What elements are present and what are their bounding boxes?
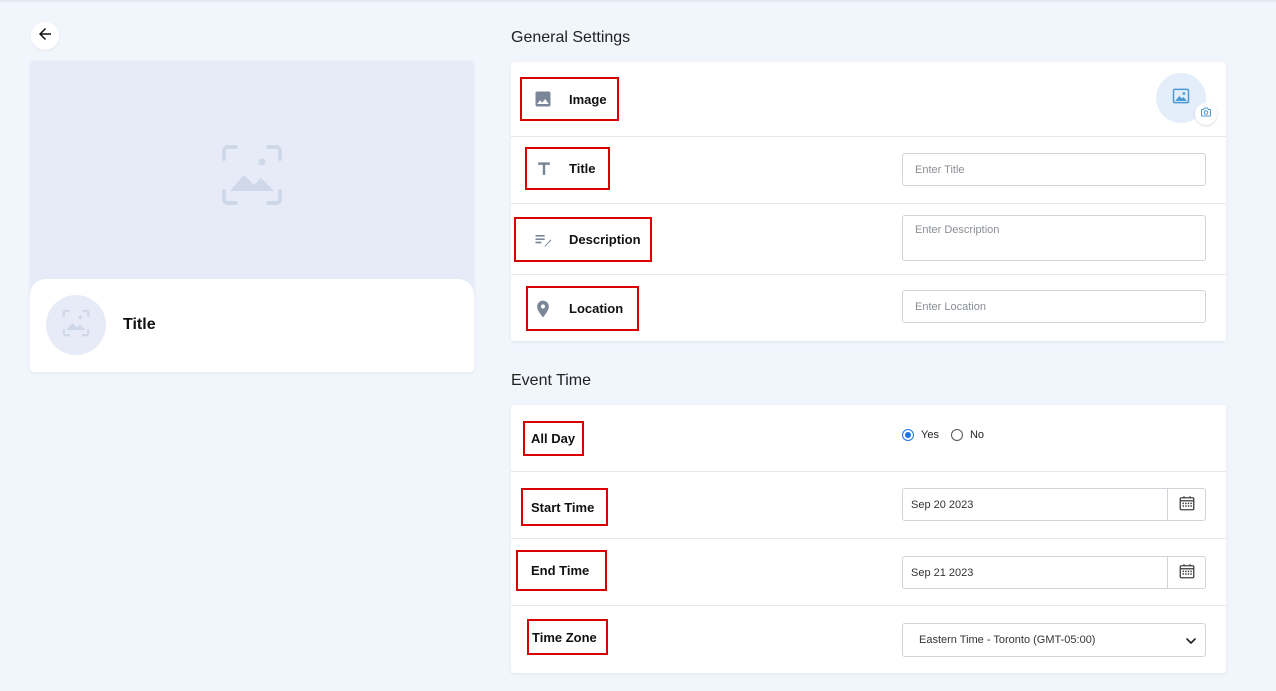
event-time-panel: All Day Yes No Start Time Sep 20 2023 En… — [511, 405, 1226, 673]
text-title-icon — [533, 158, 555, 180]
time-zone-select[interactable]: Eastern Time - Toronto (GMT-05:00) — [902, 623, 1206, 657]
time-zone-value: Eastern Time - Toronto (GMT-05:00) — [919, 634, 1096, 646]
image-label: Image — [520, 77, 619, 121]
end-time-row: End Time Sep 21 2023 — [511, 539, 1226, 606]
title-input[interactable]: Enter Title — [902, 153, 1206, 186]
description-row: Description Enter Description — [511, 204, 1226, 275]
time-zone-row: Time Zone Eastern Time - Toronto (GMT-05… — [511, 606, 1226, 673]
preview-title: Title — [123, 316, 156, 333]
end-time-label-text: End Time — [531, 563, 590, 578]
location-input[interactable]: Enter Location — [902, 290, 1206, 323]
all-day-yes-label[interactable]: Yes — [921, 429, 939, 441]
location-pin-icon — [532, 298, 554, 320]
all-day-radio-group: Yes No — [902, 429, 996, 441]
chevron-down-icon — [1185, 635, 1197, 650]
end-time-input[interactable]: Sep 21 2023 — [902, 556, 1206, 589]
preview-avatar — [46, 295, 106, 355]
camera-button[interactable] — [1195, 103, 1217, 125]
description-label: Description — [514, 217, 652, 262]
event-preview-card: Title — [30, 61, 474, 372]
general-settings-heading: General Settings — [511, 29, 631, 46]
event-time-heading: Event Time — [511, 372, 592, 389]
location-row: Location Enter Location — [511, 275, 1226, 341]
start-time-value: Sep 20 2023 — [911, 498, 974, 511]
title-row: Title Enter Title — [511, 137, 1226, 204]
image-label-text: Image — [569, 91, 607, 107]
time-zone-label-text: Time Zone — [532, 629, 597, 645]
start-time-calendar-button[interactable] — [1167, 489, 1205, 520]
all-day-label-text: All Day — [531, 431, 576, 446]
end-time-calendar-button[interactable] — [1167, 557, 1205, 588]
image-icon — [1171, 86, 1191, 111]
general-settings-panel: Image Title Enter Title Description Ente… — [511, 62, 1226, 341]
all-day-no-label[interactable]: No — [970, 429, 984, 441]
image-placeholder-icon — [62, 309, 90, 342]
calendar-icon — [1178, 562, 1196, 583]
start-time-label-text: Start Time — [531, 499, 595, 515]
preview-info: Title — [30, 279, 474, 372]
start-time-input[interactable]: Sep 20 2023 — [902, 488, 1206, 521]
end-time-value: Sep 21 2023 — [911, 566, 974, 579]
start-time-row: Start Time Sep 20 2023 — [511, 472, 1226, 539]
image-row: Image — [511, 62, 1226, 137]
title-label: Title — [525, 147, 610, 190]
location-label: Location — [526, 286, 639, 331]
calendar-icon — [1178, 494, 1196, 515]
description-label-text: Description — [569, 232, 641, 247]
image-icon — [532, 88, 554, 110]
end-time-label: End Time — [516, 550, 607, 591]
all-day-label: All Day — [523, 421, 584, 456]
description-input[interactable]: Enter Description — [902, 215, 1206, 261]
all-day-yes-radio[interactable] — [902, 429, 914, 441]
arrow-left-icon — [36, 25, 54, 48]
back-button[interactable] — [31, 22, 59, 50]
title-label-text: Title — [569, 161, 596, 176]
all-day-no-radio[interactable] — [950, 429, 963, 441]
edit-note-icon — [532, 229, 554, 251]
preview-cover-image — [30, 61, 474, 293]
location-label-text: Location — [569, 301, 624, 316]
camera-icon — [1200, 105, 1212, 123]
start-time-label: Start Time — [521, 488, 608, 526]
all-day-row: All Day Yes No — [511, 405, 1226, 472]
image-placeholder-icon — [220, 143, 284, 212]
top-divider — [0, 0, 1276, 2]
time-zone-label: Time Zone — [527, 619, 608, 655]
